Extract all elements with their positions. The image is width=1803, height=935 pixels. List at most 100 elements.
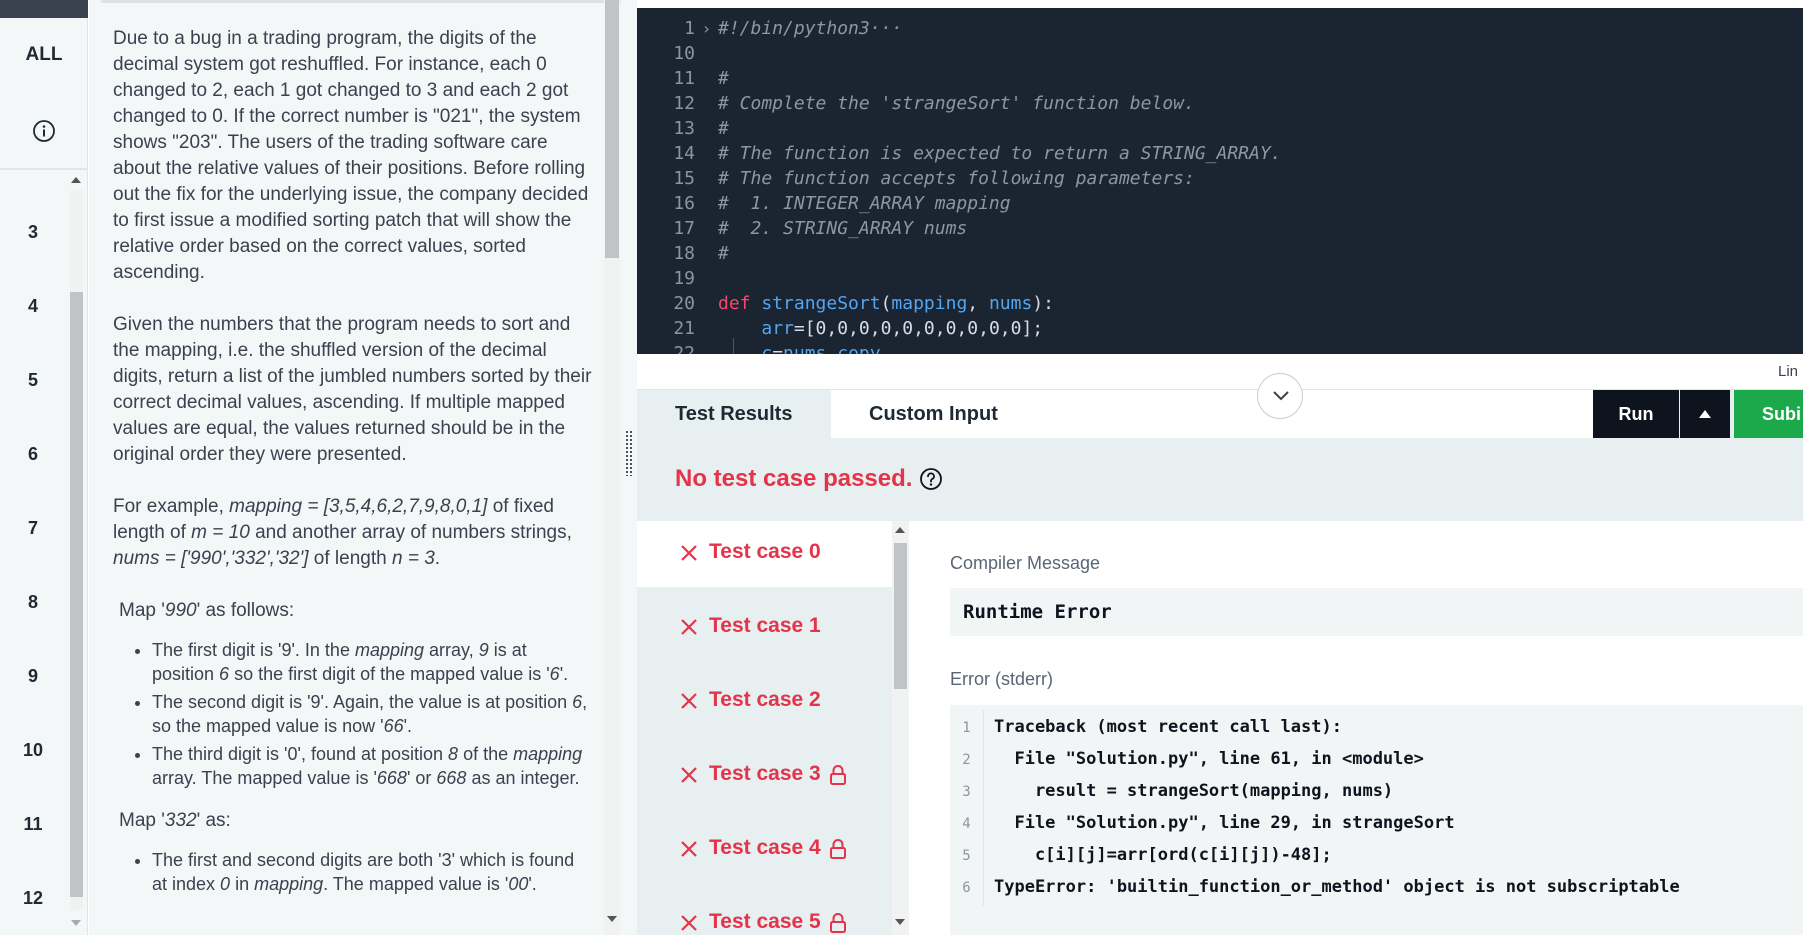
problem-scroll-thumb[interactable] (605, 0, 619, 258)
fail-x-icon (681, 619, 697, 635)
stderr-line-number: 6 (950, 870, 984, 906)
run-button[interactable]: Run (1593, 390, 1679, 438)
stderr-line-text: File "Solution.py", line 29, in strangeS… (994, 813, 1455, 833)
code-line[interactable]: 20 def strangeSort(mapping, nums): (637, 291, 1054, 316)
stderr-line-text: File "Solution.py", line 61, in <module> (994, 749, 1424, 769)
test-case-item[interactable]: Test case 1 (637, 595, 892, 661)
code-token: #!/bin/python3 (718, 18, 870, 39)
info-icon[interactable] (32, 119, 56, 143)
fail-x-icon (681, 841, 697, 857)
test-case-item[interactable]: Test case 3 (637, 743, 892, 809)
test-case-label: Test case 4 (709, 836, 821, 859)
line-number: 18 (673, 243, 695, 264)
rail-scrollbar[interactable] (68, 172, 85, 932)
test-case-scroll-thumb[interactable] (894, 543, 907, 689)
stderr-line-text: Traceback (most recent call last): (994, 717, 1342, 737)
code-token: =[0,0,0,0,0,0,0,0,0,0]; (793, 318, 1044, 339)
test-case-item[interactable]: Test case 2 (637, 669, 892, 735)
code-line[interactable]: 22 c=nums.copy (637, 341, 880, 354)
test-case-item[interactable]: Test case 5 (637, 891, 892, 935)
stderr-line: 4 File "Solution.py", line 29, in strang… (950, 805, 1455, 842)
code-line[interactable]: 18 # (637, 241, 729, 266)
tab-custom-input[interactable]: Custom Input (831, 390, 1593, 438)
code-token: # 2. STRING_ARRAY nums (718, 218, 968, 239)
code-line[interactable]: 14 # The function is expected to return a… (637, 141, 1281, 166)
code-token: # (718, 68, 729, 89)
code-token: ( (880, 293, 892, 314)
fold-chevron-icon[interactable]: › (695, 16, 718, 41)
code-line[interactable]: 15 # The function accepts following param… (637, 166, 1195, 191)
rail-question-9[interactable]: 9 (18, 666, 48, 687)
question-rail: ALL 3 4 5 6 7 8 9 10 11 12 (0, 0, 88, 935)
rail-question-3[interactable]: 3 (18, 222, 48, 243)
fail-x-icon (681, 915, 697, 931)
test-case-item[interactable]: Test case 4 (637, 817, 892, 883)
scroll-up-arrow-icon[interactable] (895, 527, 905, 533)
test-case-item[interactable]: Test case 0 (637, 521, 892, 587)
stderr-line: 3 result = strangeSort(mapping, nums) (950, 773, 1393, 810)
run-options-button[interactable] (1680, 390, 1730, 438)
tab-test-results[interactable]: Test Results (637, 390, 831, 438)
code-line[interactable]: 13 # (637, 116, 729, 141)
line-number: 15 (673, 168, 695, 189)
line-number: 1 (684, 18, 695, 39)
rail-separator (0, 168, 88, 170)
test-results-panel: No test case passed. Test case 0 Test cas… (637, 438, 1803, 935)
rail-scroll-thumb[interactable] (70, 292, 83, 897)
rail-question-7[interactable]: 7 (18, 518, 48, 539)
code-line[interactable]: 1 › #!/bin/python3··· (637, 16, 902, 41)
code-line[interactable]: 11 # (637, 66, 729, 91)
problem-scrollbar[interactable] (604, 0, 620, 935)
scroll-down-arrow-icon[interactable] (71, 920, 81, 926)
rail-question-4[interactable]: 4 (18, 296, 48, 317)
fail-x-icon (681, 545, 697, 561)
map-332-title: Map '332' as: (119, 810, 231, 831)
problem-paragraph-1: Due to a bug in a trading program, the d… (113, 28, 589, 283)
rail-question-10[interactable]: 10 (18, 740, 48, 761)
code-line[interactable]: 17 # 2. STRING_ARRAY nums (637, 216, 967, 241)
code-line[interactable]: 12 # Complete the 'strangeSort' function … (637, 91, 1195, 116)
stderr-line: 5 c[i][j]=arr[ord(c[i][j])-48]; (950, 837, 1332, 874)
rail-question-11[interactable]: 11 (18, 814, 48, 835)
test-case-label: Test case 5 (709, 910, 821, 933)
lock-icon (830, 765, 846, 785)
code-token: def (718, 293, 762, 314)
scroll-down-arrow-icon[interactable] (607, 916, 617, 922)
scroll-up-arrow-icon[interactable] (71, 177, 81, 183)
code-token: # (718, 118, 729, 139)
code-editor[interactable]: 1 › #!/bin/python3··· 10 11 #12 # Complete the… (637, 8, 1803, 354)
code-token: strangeSort (761, 293, 881, 314)
rail-question-8[interactable]: 8 (18, 592, 48, 613)
rail-question-12[interactable]: 12 (18, 888, 48, 909)
code-token: # Complete the 'strangeSort' function be… (718, 93, 1195, 114)
code-token: # (718, 243, 729, 264)
code-line[interactable]: 16 # 1. INTEGER_ARRAY mapping (637, 191, 1010, 216)
collapse-panel-button[interactable] (1257, 373, 1303, 419)
panel-splitter[interactable] (621, 0, 637, 935)
rail-question-6[interactable]: 6 (18, 444, 48, 465)
help-icon[interactable] (919, 467, 943, 491)
code-token: arr (761, 318, 794, 339)
code-token: ··· (869, 18, 903, 39)
code-line[interactable]: 19 (637, 266, 718, 291)
code-line[interactable]: 21 arr=[0,0,0,0,0,0,0,0,0,0]; (637, 316, 1043, 341)
code-token: nums (783, 343, 827, 354)
rail-all-filter[interactable]: ALL (0, 44, 88, 66)
test-case-scrollbar[interactable] (892, 521, 909, 935)
stderr-line: 6 TypeError: 'builtin_function_or_method'… (950, 869, 1680, 906)
drag-handle-icon[interactable] (625, 430, 633, 476)
line-number: 12 (673, 93, 695, 114)
code-line[interactable]: 10 (637, 41, 718, 66)
line-number: 13 (673, 118, 695, 139)
test-case-label: Test case 3 (709, 762, 821, 785)
test-case-detail: Compiler Message Runtime Error Error (st… (909, 521, 1803, 935)
rail-question-5[interactable]: 5 (18, 370, 48, 391)
rail-top-bar (0, 0, 88, 18)
compiler-message-title: Compiler Message (950, 553, 1101, 573)
submit-button[interactable]: Subi (1734, 390, 1803, 438)
code-token: ): (1032, 293, 1055, 314)
scroll-down-arrow-icon[interactable] (895, 919, 905, 925)
line-number: 14 (673, 143, 695, 164)
